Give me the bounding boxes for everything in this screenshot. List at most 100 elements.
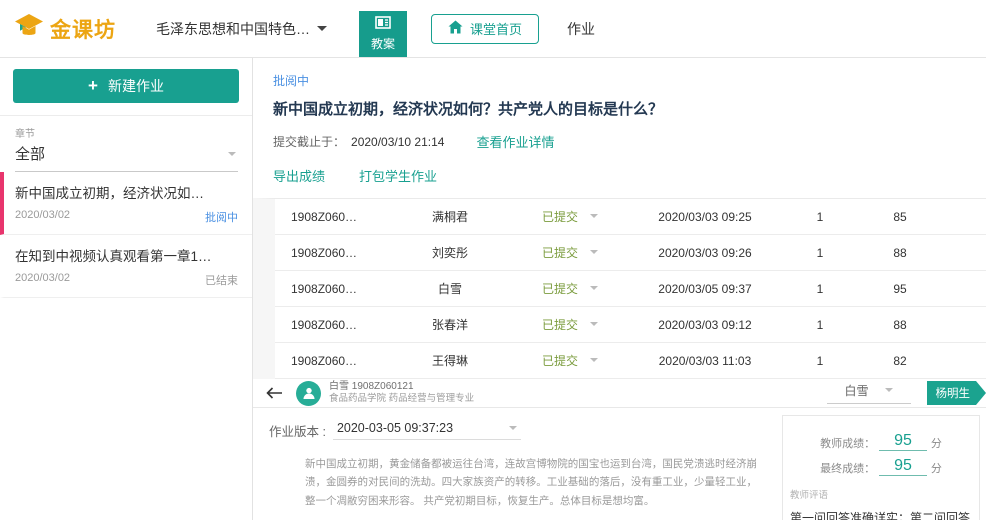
- student-id-cell: 1908Z060…: [275, 246, 390, 260]
- submission-status-dropdown[interactable]: 已提交: [510, 244, 630, 261]
- homework-item-date: 2020/03/02: [15, 272, 70, 288]
- submit-time-cell: 2020/03/03 11:03: [630, 354, 780, 368]
- chevron-down-icon: [228, 152, 236, 160]
- teacher-tag[interactable]: 杨明生: [927, 381, 986, 405]
- student-avatar: [296, 381, 321, 406]
- submission-status-dropdown[interactable]: 已提交: [510, 280, 630, 297]
- submit-time-cell: 2020/03/05 09:37: [630, 282, 780, 296]
- submit-time-cell: 2020/03/03 09:25: [630, 210, 780, 224]
- attempt-count-cell: 1: [780, 246, 860, 260]
- student-department: 食品药品学院 药品经营与管理专业: [329, 393, 474, 405]
- attempt-count-cell: 1: [780, 210, 860, 224]
- student-id-cell: 1908Z060…: [275, 210, 390, 224]
- table-row[interactable]: 1908Z060… 白雪 已提交 2020/03/05 09:37 1 95: [275, 271, 986, 307]
- tab-homework[interactable]: 作业: [567, 19, 595, 39]
- attempt-count-cell: 1: [780, 354, 860, 368]
- teacher-comment-text: 第一问回答准确详实；第二问回答结合过度时期总路线，则更完备。: [790, 509, 972, 520]
- chapter-select[interactable]: 全部: [15, 140, 238, 172]
- version-select-value: 2020-03-05 09:37:23: [337, 421, 453, 435]
- score-cell: 82: [860, 354, 940, 368]
- assignment-title: 新中国成立初期，经济状况如何？共产党人的目标是什么？: [273, 98, 986, 119]
- student-name-cell: 白雪: [390, 280, 510, 297]
- submission-status-label: 已提交: [542, 208, 578, 225]
- view-details-link[interactable]: 查看作业详情: [476, 132, 554, 151]
- student-name-cell: 刘奕彤: [390, 244, 510, 261]
- score-cell: 95: [860, 282, 940, 296]
- classroom-home-button[interactable]: 课堂首页: [431, 14, 539, 44]
- chevron-down-icon: [590, 286, 598, 294]
- student-id-cell: 1908Z060…: [275, 318, 390, 332]
- homework-list-item[interactable]: 新中国成立初期，经济状况如… 2020/03/02 批阅中: [0, 172, 252, 235]
- score-cell: 85: [860, 210, 940, 224]
- homework-item-title: 在知到中视频认真观看第一章1…: [15, 245, 238, 265]
- grading-panel: 教师成绩： 95 分 最终成绩： 95 分 教师评语 第一问回答准确详实；第二问…: [782, 415, 980, 520]
- table-row[interactable]: 1908Z060… 张春洋 已提交 2020/03/03 09:12 1 88: [275, 307, 986, 343]
- final-score-input[interactable]: 95: [879, 458, 927, 476]
- student-name-cell: 王得琳: [390, 352, 510, 369]
- student-name-cell: 满桐君: [390, 208, 510, 225]
- export-grades-link[interactable]: 导出成绩: [273, 166, 325, 185]
- version-label: 作业版本 :: [269, 421, 326, 440]
- chevron-down-icon: [317, 26, 327, 36]
- score-cell: 88: [860, 318, 940, 332]
- chevron-down-icon: [509, 426, 517, 434]
- teacher-comment-label: 教师评语: [790, 487, 972, 501]
- chevron-down-icon: [590, 322, 598, 330]
- score-unit: 分: [931, 435, 942, 451]
- table-row[interactable]: 1908Z060… 刘奕彤 已提交 2020/03/03 09:26 1 88: [275, 235, 986, 271]
- deadline-label: 提交截止于：: [273, 133, 345, 150]
- submission-status-dropdown[interactable]: 已提交: [510, 316, 630, 333]
- submit-time-cell: 2020/03/03 09:12: [630, 318, 780, 332]
- submission-status-label: 已提交: [542, 316, 578, 333]
- chevron-down-icon: [590, 214, 598, 222]
- plus-icon: +: [88, 76, 98, 96]
- chapter-label: 章节: [15, 125, 238, 140]
- deadline-value: 2020/03/10 21:14: [351, 135, 444, 149]
- graduation-cap-icon: [14, 13, 44, 45]
- tab-lesson-plan[interactable]: 教案: [359, 11, 407, 57]
- home-icon: [448, 20, 470, 37]
- student-id-cell: 1908Z060…: [275, 354, 390, 368]
- submission-status-dropdown[interactable]: 已提交: [510, 352, 630, 369]
- score-unit: 分: [931, 460, 942, 476]
- app-logo: 金课坊: [14, 13, 116, 45]
- back-button[interactable]: [266, 387, 283, 399]
- student-select[interactable]: 白雪: [827, 382, 911, 404]
- chapter-select-value: 全部: [15, 143, 45, 164]
- tab-lesson-plan-label: 教案: [371, 35, 395, 52]
- table-row[interactable]: 1908Z060… 王得琳 已提交 2020/03/03 11:03 1 82: [275, 343, 986, 379]
- homework-sidebar: + 新建作业 章节 全部 新中国成立初期，经济状况如… 2020/03/02 批…: [0, 58, 253, 520]
- student-select-value: 白雪: [844, 382, 868, 399]
- homework-answer-text: 新中国成立初期，黄金储备都被运往台湾，连故宫博物院的国宝也运到台湾，国民党溃逃时…: [305, 455, 757, 510]
- submission-status-label: 已提交: [542, 352, 578, 369]
- teacher-score-input[interactable]: 95: [879, 433, 927, 451]
- logo-text: 金课坊: [50, 14, 116, 44]
- top-bar: 金课坊 毛泽东思想和中国特色… 教案 课堂首页 作业: [0, 0, 986, 58]
- student-id-cell: 1908Z060…: [275, 282, 390, 296]
- chevron-down-icon: [590, 250, 598, 258]
- chevron-down-icon: [590, 358, 598, 366]
- attempt-count-cell: 1: [780, 318, 860, 332]
- homework-list-item[interactable]: 在知到中视频认真观看第一章1… 2020/03/02 已结束: [0, 235, 252, 298]
- teacher-score-label: 教师成绩：: [820, 435, 875, 451]
- homework-item-status: 批阅中: [205, 209, 238, 225]
- new-homework-button[interactable]: + 新建作业: [13, 69, 239, 103]
- submission-status-label: 已提交: [542, 280, 578, 297]
- package-homework-link[interactable]: 打包学生作业: [359, 166, 437, 185]
- student-name-cell: 张春洋: [390, 316, 510, 333]
- homework-item-date: 2020/03/02: [15, 209, 70, 225]
- submissions-table: 1908Z060… 满桐君 已提交 2020/03/03 09:25 1 85 …: [253, 198, 986, 379]
- submission-detail-panel: 白雪 1908Z060121 食品药品学院 药品经营与管理专业 白雪 杨明生 作…: [253, 379, 986, 520]
- submit-time-cell: 2020/03/03 09:26: [630, 246, 780, 260]
- submission-status-dropdown[interactable]: 已提交: [510, 208, 630, 225]
- classroom-home-label: 课堂首页: [470, 19, 522, 38]
- version-select[interactable]: 2020-03-05 09:37:23: [333, 421, 521, 440]
- score-cell: 88: [860, 246, 940, 260]
- course-title-dropdown[interactable]: 毛泽东思想和中国特色…: [156, 19, 327, 39]
- attempt-count-cell: 1: [780, 282, 860, 296]
- table-row[interactable]: 1908Z060… 满桐君 已提交 2020/03/03 09:25 1 85: [275, 199, 986, 235]
- submission-status-label: 已提交: [542, 244, 578, 261]
- final-score-label: 最终成绩：: [820, 460, 875, 476]
- student-name-id: 白雪 1908Z060121: [329, 381, 474, 394]
- document-icon: [375, 16, 391, 35]
